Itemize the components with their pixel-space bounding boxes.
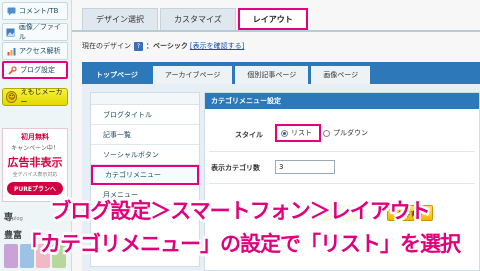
emoji-maker-label: えもじメーカー — [20, 88, 63, 106]
menu-header — [91, 93, 199, 105]
tab-image-page[interactable]: 画像ページ — [311, 66, 371, 84]
tab-top-page[interactable]: トップページ — [84, 66, 150, 84]
tab-design-select[interactable]: デザイン選択 — [82, 8, 158, 30]
menu-item-blog-title[interactable]: ブログタイトル — [91, 105, 199, 125]
tab-customize[interactable]: カスタマイズ — [160, 8, 236, 30]
sidebar-item-blog-settings[interactable]: ブログ設定 — [2, 61, 68, 79]
count-label: 表示カテゴリ数 — [211, 164, 260, 172]
page-type-tabs: トップページ アーカイブページ 個別記事ページ 画像ページ — [82, 62, 480, 84]
chart-icon — [6, 46, 16, 56]
help-icon[interactable]: ? — [134, 41, 143, 51]
current-design: 現在のデザイン ? ：ベーシック [表示を確認する] — [82, 41, 244, 51]
design-tabs: デザイン選択 カスタマイズ レイアウト — [82, 8, 310, 30]
promo-banner[interactable]: 初月無料 キャンペーン中！ 広告非表示 全デバイス表示対応 PUREプランへ — [2, 128, 68, 202]
style-label: スタイル — [235, 131, 263, 139]
promo-line-1: 初月無料 — [21, 133, 49, 141]
menu-item-category-menu[interactable]: カテゴリメニュー — [91, 165, 199, 185]
pure-plan-button[interactable]: PUREプランへ — [7, 182, 63, 195]
tab-article-page[interactable]: 個別記事ページ — [235, 66, 309, 84]
sidebar-item-comment[interactable]: コメント/TB — [2, 2, 68, 20]
category-count-input[interactable]: 3 — [275, 160, 335, 174]
radio-list[interactable]: リスト — [275, 124, 321, 142]
sidebar-item-label: 画像／ファイル — [18, 23, 61, 41]
radio-pulldown[interactable]: プルダウン — [323, 128, 368, 138]
promo-line-4: 全デバイス表示対応 — [12, 172, 58, 178]
sidebar-item-images[interactable]: 画像／ファイル — [2, 23, 68, 41]
sidebar-item-label: コメント/TB — [19, 7, 59, 15]
radio-pulldown-label: プルダウン — [333, 129, 368, 137]
view-design-link[interactable]: [表示を確認する] — [190, 41, 244, 51]
divider — [209, 151, 475, 152]
menu-item-social-buttons[interactable]: ソーシャルボタン — [91, 145, 199, 165]
radio-list-label: リスト — [291, 129, 312, 137]
tab-divider — [72, 30, 480, 32]
image-icon — [6, 27, 16, 37]
divider — [209, 183, 475, 184]
sidebar-item-access[interactable]: アクセス解析 — [2, 42, 68, 60]
current-design-label: 現在のデザイン — [82, 42, 131, 50]
radio-pulldown-icon — [323, 129, 330, 137]
smiley-icon: ☺ — [6, 91, 18, 103]
settings-header: カテゴリメニュー設定 — [205, 93, 479, 109]
sidebar-item-label: ブログ設定 — [20, 66, 55, 74]
emoji-maker-button[interactable]: ☺ えもじメーカー — [2, 88, 68, 106]
tab-layout[interactable]: レイアウト — [237, 8, 308, 30]
wrench-icon — [7, 65, 17, 75]
promo-line-2: キャンペーン中！ — [11, 145, 59, 152]
caption-line-1: ブログ設定＞スマートフォン＞レイアウト — [50, 199, 430, 223]
comment-icon — [6, 6, 16, 16]
radio-list-selected-icon — [281, 129, 288, 137]
caption-line-2: 「カテゴリメニュー」の設定で「リスト」を選択 — [20, 232, 461, 256]
promo-line-3: 広告非表示 — [7, 156, 63, 169]
menu-item-article-list[interactable]: 記事一覧 — [91, 125, 199, 145]
current-design-name: ：ベーシック — [146, 42, 188, 50]
sidebar-item-label: アクセス解析 — [19, 47, 61, 55]
tab-archive-page[interactable]: アーカイブページ — [152, 66, 233, 84]
